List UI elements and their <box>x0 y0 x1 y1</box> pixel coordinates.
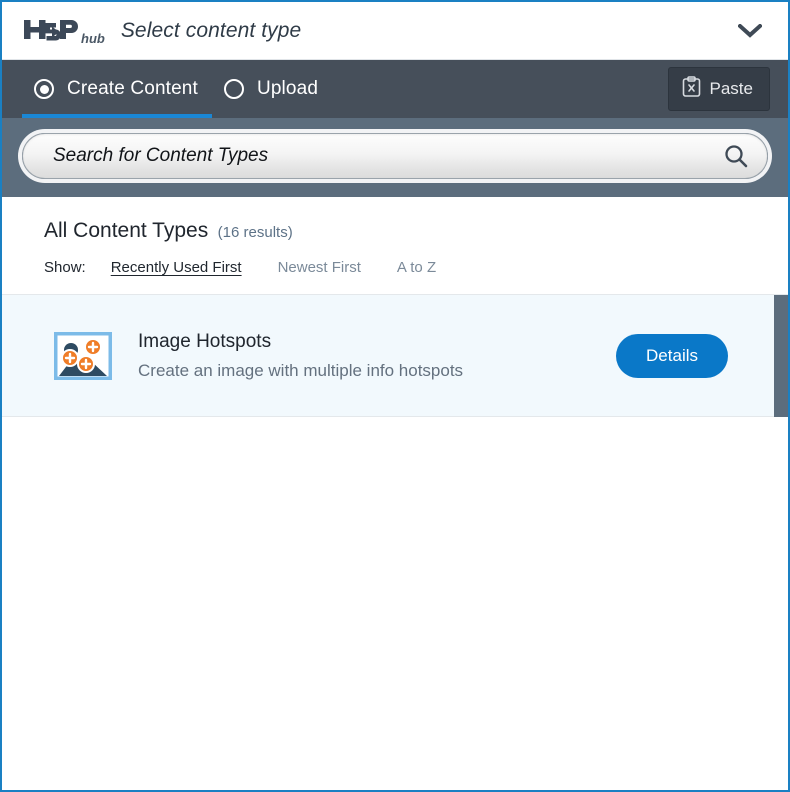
h5p-hub-logo: hub <box>24 17 105 45</box>
clipboard-paste-icon <box>682 76 701 102</box>
list-item-text: Image Hotspots Create an image with mult… <box>138 331 616 381</box>
h5p-logo-hub-text: hub <box>81 30 105 46</box>
page-title: Select content type <box>120 18 302 42</box>
chevron-down-icon[interactable] <box>730 11 770 51</box>
results-panel: All Content Types (16 results) Show: Rec… <box>2 197 788 417</box>
tab-upload[interactable]: Upload <box>212 60 332 118</box>
image-hotspots-icon <box>52 330 114 381</box>
mode-bar: Create Content Upload Paste <box>2 60 788 118</box>
list-item-description: Create an image with multiple info hotsp… <box>138 360 464 380</box>
results-count: (16 results) <box>217 224 293 241</box>
sort-label: Show: <box>44 259 86 276</box>
sort-option-newest-first[interactable]: Newest First <box>278 259 361 276</box>
h5p-hub-dialog: hub Select content type Create Content U… <box>0 0 790 792</box>
details-button[interactable]: Details <box>616 333 728 378</box>
radio-selected-icon <box>34 79 54 99</box>
paste-button-label: Paste <box>709 79 753 98</box>
list-item[interactable]: Image Hotspots Create an image with mult… <box>2 295 788 417</box>
hub-header: hub Select content type <box>2 2 788 60</box>
radio-unselected-icon <box>223 79 244 99</box>
tab-create-content[interactable]: Create Content <box>22 60 212 118</box>
sort-option-recently-used-first[interactable]: Recently Used First <box>111 259 242 276</box>
results-header: All Content Types (16 results) <box>2 197 788 243</box>
paste-button[interactable]: Paste <box>667 67 770 111</box>
search-band <box>2 118 788 197</box>
tab-upload-label: Upload <box>256 78 319 99</box>
search-icon[interactable] <box>723 143 749 169</box>
list-scrollbar-track[interactable] <box>774 295 788 417</box>
results-title: All Content Types <box>44 219 209 242</box>
tab-create-content-label: Create Content <box>67 78 198 99</box>
sort-option-a-to-z[interactable]: A to Z <box>397 259 436 276</box>
h5p-logo-mark <box>24 17 80 43</box>
list-item-title: Image Hotspots <box>138 330 272 352</box>
search-box[interactable] <box>22 133 768 179</box>
content-type-list: Image Hotspots Create an image with mult… <box>2 294 788 417</box>
search-input[interactable] <box>51 144 713 168</box>
sort-row: Show: Recently Used First Newest First A… <box>2 243 788 294</box>
list-scrollbar-thumb[interactable] <box>774 295 788 417</box>
